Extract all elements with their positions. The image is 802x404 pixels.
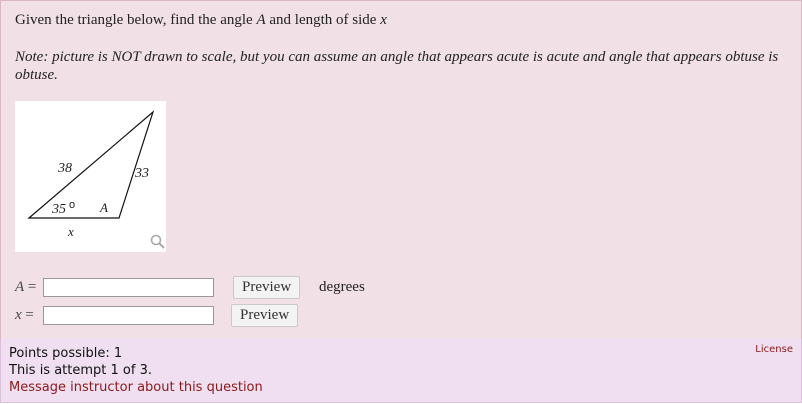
attempt-info: This is attempt 1 of 3. (9, 363, 152, 378)
points-possible: Points possible: 1 (9, 346, 123, 361)
prompt-var-a: A (256, 12, 266, 28)
prompt-var-x: x (380, 12, 387, 28)
side-label-33: 33 (134, 166, 149, 181)
var-label-a: A = (15, 279, 37, 295)
question-note: Note: picture is NOT drawn to scale, but… (15, 49, 779, 83)
question-prompt: Given the triangle below, find the angle… (15, 12, 387, 29)
triangle-figure: 38 33 35 o A x (15, 101, 166, 252)
prompt-text-1: Given the triangle below, find the angle (15, 12, 257, 28)
side-label-x: x (67, 224, 74, 239)
vertex-label-a: A (99, 200, 108, 215)
triangle-diagram: 38 33 35 o A x (27, 110, 165, 249)
preview-button-a[interactable]: Preview (233, 276, 301, 299)
magnifier-icon[interactable] (150, 234, 165, 249)
prompt-text-2: and length of side (265, 12, 381, 28)
triangle-shape (27, 110, 155, 219)
units-label-degrees: degrees (319, 279, 365, 295)
var-label-x: x = (15, 307, 34, 323)
message-instructor-link[interactable]: Message instructor about this question (9, 380, 263, 395)
answer-input-a[interactable] (43, 278, 214, 297)
question-footer: Points possible: 1 This is attempt 1 of … (0, 339, 802, 403)
license-link[interactable]: License (755, 344, 793, 355)
degree-symbol: o (69, 199, 75, 211)
angle-label-35: 35 (51, 202, 66, 217)
question-panel: Given the triangle below, find the angle… (0, 0, 802, 340)
side-label-38: 38 (57, 161, 72, 176)
answer-input-x[interactable] (43, 306, 214, 325)
preview-button-x[interactable]: Preview (231, 304, 299, 327)
